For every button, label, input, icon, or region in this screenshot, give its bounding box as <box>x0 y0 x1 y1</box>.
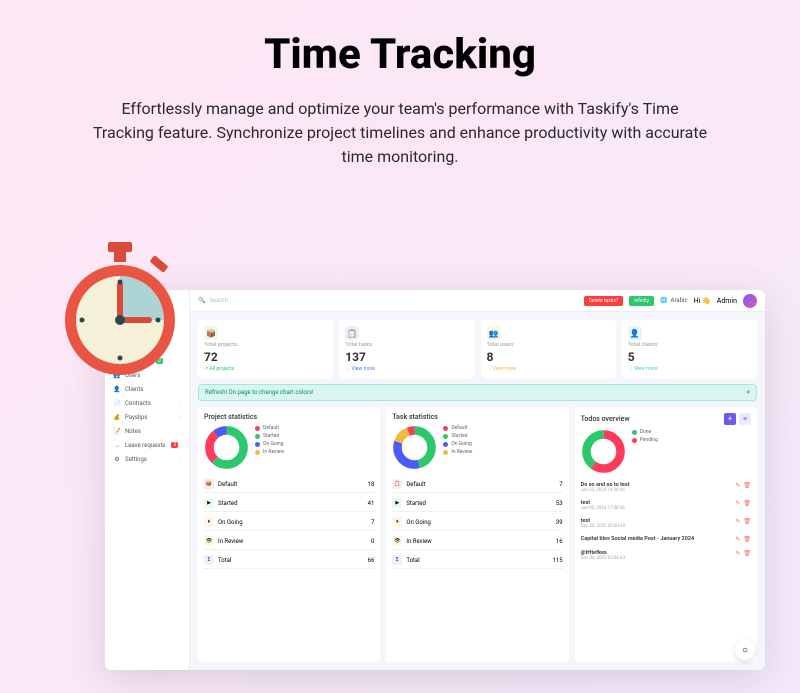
stat-row: ΣTotal115 <box>392 552 562 569</box>
stat-card: 👤Total clients5→ View more <box>622 320 757 378</box>
legend-item: Started <box>443 433 472 439</box>
delete-icon[interactable]: 🗑 <box>743 518 751 529</box>
row-icon: ⏵ <box>392 517 402 527</box>
stats-row: 📦Total projects72↗ All projects📋Total ta… <box>198 320 757 378</box>
delete-icon[interactable]: 🗑 <box>743 482 751 493</box>
delete-icon[interactable]: 🗑 <box>743 500 751 511</box>
stat-row: 📦Default18 <box>204 476 374 493</box>
nav-icon: 👤 <box>113 385 121 393</box>
row-icon: 👁 <box>392 536 402 546</box>
view-link[interactable]: → View more <box>487 366 610 372</box>
sidebar-item[interactable]: 💰Payslips› <box>111 410 183 424</box>
fab-button[interactable]: ○ <box>735 640 755 660</box>
stat-row: ▶Started53 <box>392 495 562 512</box>
todos-panel: Todos overview + ≡ DonePending Do s <box>575 407 757 662</box>
row-icon: Σ <box>204 555 214 565</box>
view-link[interactable]: → View more <box>345 366 468 372</box>
stat-icon: 📦 <box>204 326 218 340</box>
chevron-right-icon: › <box>179 400 181 406</box>
task-stats-panel: Task statistics DefaultStartedOn GoingIn… <box>386 407 568 662</box>
todos-menu-button[interactable]: ≡ <box>739 413 751 425</box>
nav-icon: → <box>113 441 121 449</box>
stat-row: 👁In Review0 <box>204 533 374 550</box>
row-icon: 📦 <box>204 479 214 489</box>
edit-icon[interactable]: ✎ <box>735 518 740 529</box>
avatar[interactable] <box>743 294 757 308</box>
topbar: 🔍 Search Delete tasks? infinity 🌐 Arabic… <box>190 290 765 312</box>
todos-chart <box>581 429 626 474</box>
legend-item: In Review <box>443 449 472 455</box>
delete-icon[interactable]: 🗑 <box>743 536 751 543</box>
page-title: Time Tracking <box>50 30 750 79</box>
page-subtitle: Effortlessly manage and optimize your te… <box>90 97 710 169</box>
task-stats-chart <box>392 425 437 470</box>
row-icon: ▶ <box>392 498 402 508</box>
legend-item: Done <box>632 429 658 435</box>
globe-icon: 🌐 <box>660 297 667 304</box>
stat-card: 📋Total tasks137→ View more <box>339 320 474 378</box>
row-icon: 👁 <box>204 536 214 546</box>
language-selector[interactable]: 🌐 Arabic <box>660 297 688 304</box>
stat-row: ⏵On Going7 <box>204 514 374 531</box>
edit-icon[interactable]: ✎ <box>735 550 740 561</box>
stat-row: ΣTotal66 <box>204 552 374 569</box>
legend-item: Started <box>255 433 284 439</box>
add-todo-button[interactable]: + <box>724 413 736 425</box>
sidebar-item[interactable]: 👤Clients <box>111 382 183 396</box>
sidebar-item[interactable]: 📄Contracts› <box>111 396 183 410</box>
greeting: Hi 👋 <box>694 297 711 305</box>
legend-item: Default <box>443 425 472 431</box>
todo-item[interactable]: testDec 28, 2023 20:30:40✎🗑 <box>581 516 751 531</box>
legend-item: Pending <box>632 437 658 443</box>
nav-icon: 📄 <box>113 399 121 407</box>
close-icon[interactable]: × <box>747 389 750 396</box>
row-icon: ⏵ <box>204 517 214 527</box>
chevron-right-icon: › <box>179 456 181 462</box>
row-icon: Σ <box>392 555 402 565</box>
todo-item[interactable]: testJan 02, 2024 17:48:38✎🗑 <box>581 498 751 513</box>
todo-item[interactable]: Do so and so to testJan 03, 2024 14:36:0… <box>581 480 751 495</box>
alert-banner: Refresh! On page to change chart colors!… <box>198 384 757 401</box>
app-window: 📊Statuses📁Workspaces💬Chat3✅Todos1📹Meetin… <box>105 290 765 670</box>
stat-row: 📋Default7 <box>392 476 562 493</box>
badge: 3 <box>171 442 178 448</box>
infinity-button[interactable]: infinity <box>629 296 654 306</box>
view-link[interactable]: → View more <box>628 366 751 372</box>
row-icon: ▶ <box>204 498 214 508</box>
legend-item: On Going <box>443 441 472 447</box>
edit-icon[interactable]: ✎ <box>735 536 740 543</box>
nav-icon: ⚙ <box>113 455 121 463</box>
project-stats-chart <box>204 425 249 470</box>
sidebar-item[interactable]: ⚙Settings› <box>111 452 183 466</box>
chevron-right-icon: › <box>179 414 181 420</box>
view-link[interactable]: ↗ All projects <box>204 366 327 372</box>
sidebar-item[interactable]: →Leave requests3 <box>111 438 183 452</box>
username: Admin <box>717 297 737 305</box>
delete-icon[interactable]: 🗑 <box>743 550 751 561</box>
project-stats-panel: Project statistics DefaultStartedOn Goin… <box>198 407 380 662</box>
legend-item: On Going <box>255 441 284 447</box>
stat-row: ⏵On Going39 <box>392 514 562 531</box>
nav-icon: 📝 <box>113 427 121 435</box>
edit-icon[interactable]: ✎ <box>735 482 740 493</box>
stat-card: 👥Total users8→ View more <box>481 320 616 378</box>
stat-icon: 📋 <box>345 326 359 340</box>
sidebar-item[interactable]: 📝Notes <box>111 424 183 438</box>
stat-row: ▶Started41 <box>204 495 374 512</box>
legend-item: Default <box>255 425 284 431</box>
stat-icon: 👥 <box>487 326 501 340</box>
search-input[interactable]: 🔍 Search <box>198 297 578 304</box>
stat-card: 📦Total projects72↗ All projects <box>198 320 333 378</box>
search-icon: 🔍 <box>198 297 205 304</box>
todo-item[interactable]: @tHtefkesDec 04, 2023 04:06:43✎🗑 <box>581 548 751 563</box>
edit-icon[interactable]: ✎ <box>735 500 740 511</box>
stat-row: 👁In Review16 <box>392 533 562 550</box>
nav-icon: 💰 <box>113 413 121 421</box>
stopwatch-icon <box>60 240 180 384</box>
todo-item[interactable]: Capital tiles Social media Post - Januar… <box>581 534 751 545</box>
stat-icon: 👤 <box>628 326 642 340</box>
legend-item: In Review <box>255 449 284 455</box>
row-icon: 📋 <box>392 479 402 489</box>
delete-button[interactable]: Delete tasks? <box>584 296 624 306</box>
